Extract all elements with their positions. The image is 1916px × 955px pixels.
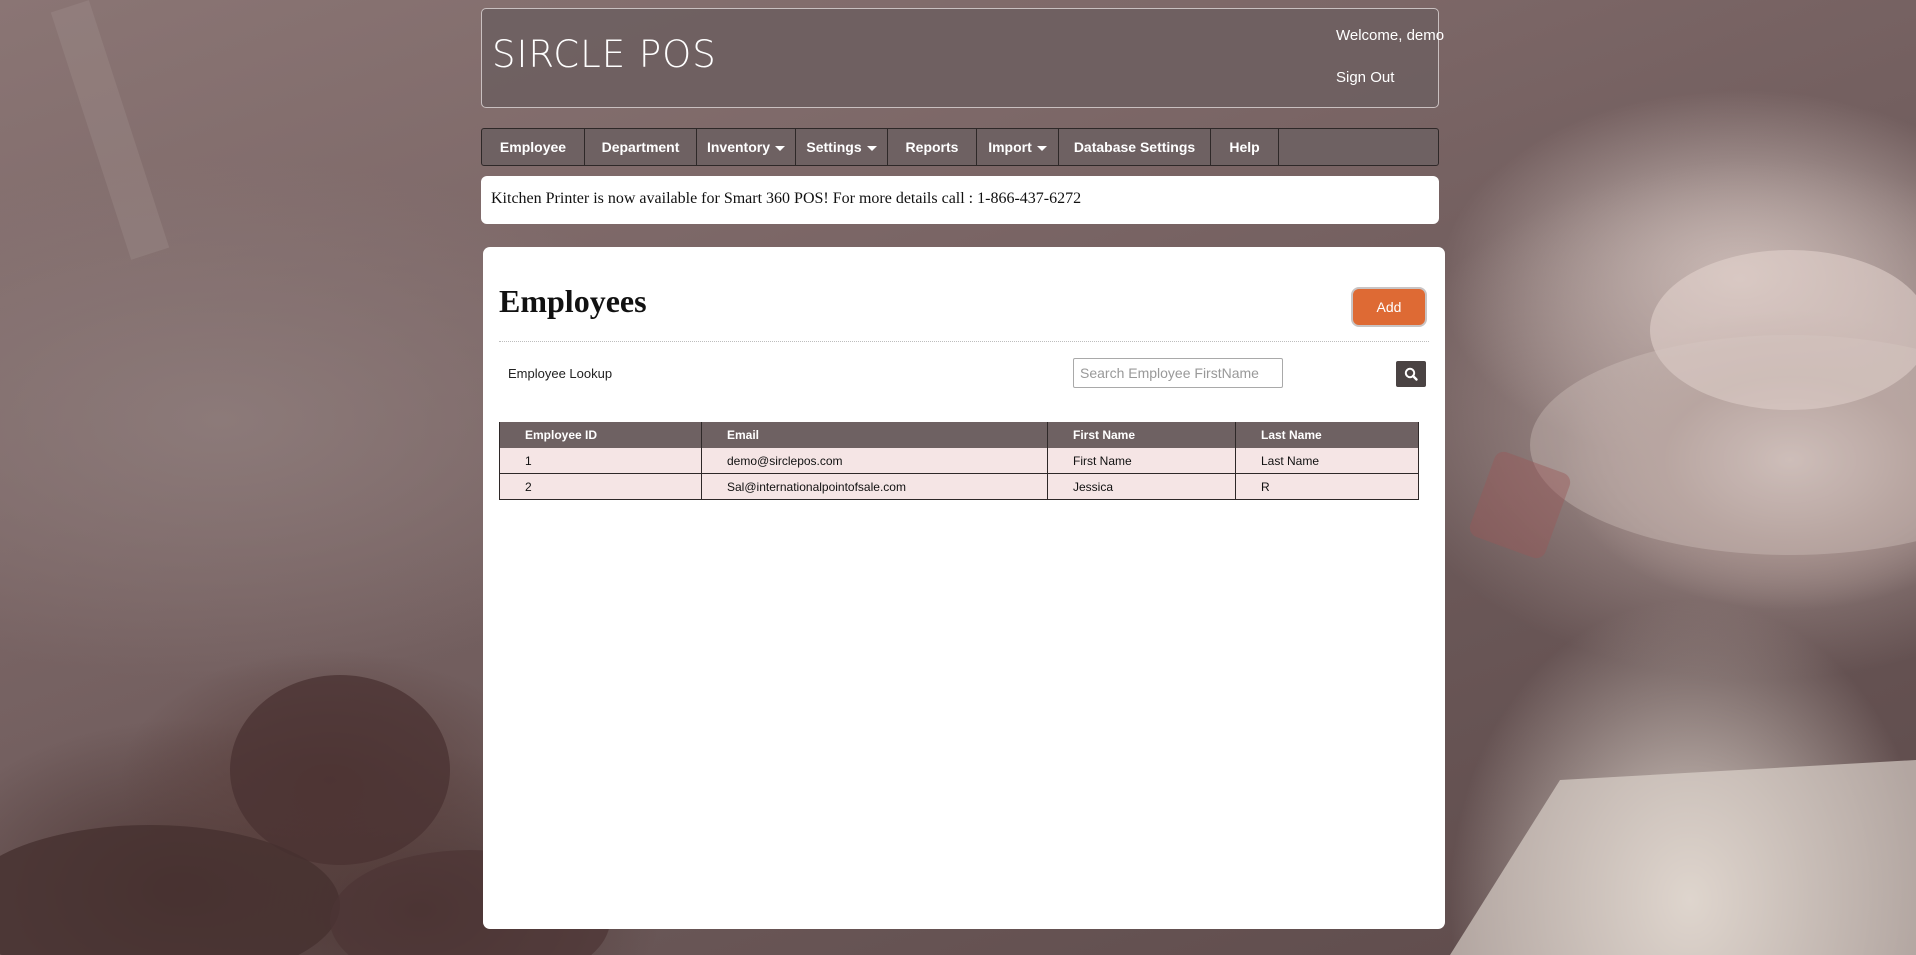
cell-first-name: First Name (1047, 448, 1236, 474)
main-panel: Employees Add Employee Lookup Employee I… (483, 247, 1445, 929)
employee-lookup-label: Employee Lookup (508, 366, 613, 381)
logo-text: SIRCLE POS (492, 33, 717, 76)
nav-database-settings[interactable]: Database Settings (1059, 129, 1211, 165)
sign-out-link[interactable]: Sign Out (1336, 69, 1394, 86)
logo[interactable]: SIRCLE POS (492, 33, 717, 76)
add-button[interactable]: Add (1351, 287, 1427, 327)
notice-banner: Kitchen Printer is now available for Sma… (481, 176, 1439, 224)
nav-inventory[interactable]: Inventory (697, 129, 796, 165)
search-input[interactable] (1073, 358, 1283, 388)
nav-help[interactable]: Help (1211, 129, 1279, 165)
table-row[interactable]: 1 demo@sirclepos.com First Name Last Nam… (499, 448, 1419, 474)
nav-import[interactable]: Import (977, 129, 1059, 165)
column-header-last-name[interactable]: Last Name (1235, 422, 1419, 448)
cell-email: Sal@internationalpointofsale.com (701, 473, 1048, 500)
cell-first-name: Jessica (1047, 473, 1236, 500)
chevron-down-icon (775, 145, 785, 151)
chevron-down-icon (1036, 145, 1047, 151)
cell-employee-id: 2 (499, 473, 702, 500)
nav-employee[interactable]: Employee (482, 129, 585, 165)
employee-table: Employee ID Email First Name Last Name 1… (499, 422, 1419, 500)
cell-employee-id: 1 (499, 448, 702, 474)
search-button[interactable] (1396, 361, 1426, 387)
welcome-text: Welcome, demo (1336, 27, 1445, 44)
notice-text: Kitchen Printer is now available for Sma… (491, 190, 1082, 207)
cell-last-name: Last Name (1235, 448, 1419, 474)
nav-reports[interactable]: Reports (888, 129, 977, 165)
nav-department[interactable]: Department (585, 129, 697, 165)
table-header-row: Employee ID Email First Name Last Name (499, 422, 1419, 448)
header-bar: SIRCLE POS Welcome, demo Sign Out (481, 8, 1444, 108)
cell-last-name: R (1235, 473, 1419, 500)
divider (499, 341, 1429, 342)
search-icon (1404, 367, 1418, 381)
main-nav: Employee Department Inventory Settings R… (481, 128, 1439, 166)
page-title: Employees (499, 283, 647, 319)
table-row[interactable]: 2 Sal@internationalpointofsale.com Jessi… (499, 473, 1419, 500)
column-header-email[interactable]: Email (701, 422, 1048, 448)
column-header-employee-id[interactable]: Employee ID (499, 422, 702, 448)
cell-email: demo@sirclepos.com (701, 448, 1048, 474)
column-header-first-name[interactable]: First Name (1047, 422, 1236, 448)
chevron-down-icon (866, 145, 877, 151)
nav-settings[interactable]: Settings (796, 129, 888, 165)
